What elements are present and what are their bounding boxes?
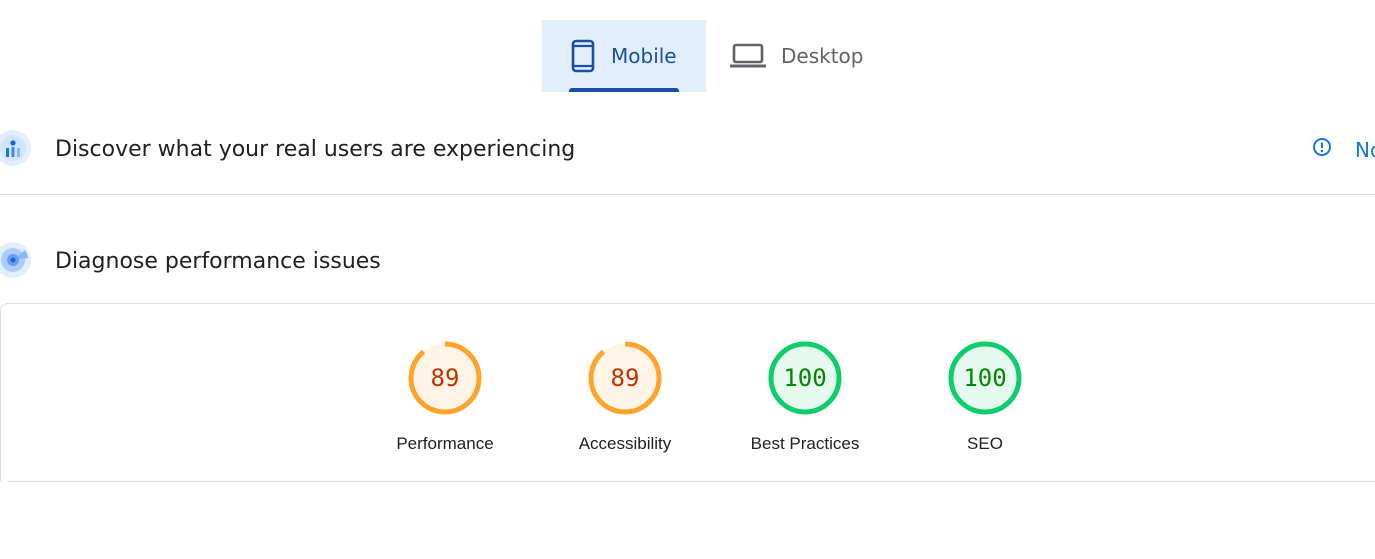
gauge-value: 89	[431, 364, 460, 392]
section-divider	[0, 194, 1375, 195]
panel-divider	[8, 481, 1375, 482]
info-icon	[1312, 137, 1332, 162]
gauge-ring: 100	[948, 341, 1022, 415]
gauge-label: Accessibility	[578, 434, 672, 453]
gauge-best-practices[interactable]: 100 Best Practices	[735, 340, 875, 454]
tab-mobile-label: Mobile	[611, 44, 677, 68]
tab-desktop[interactable]: Desktop	[706, 20, 876, 92]
gauge-label: Best Practices	[750, 434, 860, 453]
gauge-label: SEO	[967, 434, 1003, 453]
field-data-title: Discover what your real users are experi…	[55, 136, 576, 162]
device-tabs: Mobile Desktop	[542, 20, 876, 92]
lab-data-header[interactable]: Diagnose performance issues	[0, 226, 1375, 296]
gauge-performance[interactable]: 89 Performance	[375, 340, 515, 454]
gauge-ring: 89	[408, 341, 482, 415]
gauge-value: 100	[783, 364, 826, 392]
gauge-ring: 100	[768, 341, 842, 415]
tab-desktop-label: Desktop	[781, 44, 864, 68]
field-data-notice[interactable]: No	[1312, 137, 1375, 162]
gauge-accessibility[interactable]: 89 Accessibility	[555, 340, 695, 454]
tab-mobile[interactable]: Mobile	[542, 20, 706, 92]
smartphone-icon	[570, 39, 596, 73]
gauge-value: 100	[963, 364, 1006, 392]
gauge-label: Performance	[396, 434, 494, 453]
lighthouse-target-icon	[0, 242, 31, 278]
gauge-value: 89	[611, 364, 640, 392]
gauge-ring: 89	[588, 341, 662, 415]
field-data-header[interactable]: Discover what your real users are experi…	[0, 114, 1375, 184]
crux-users-icon	[0, 130, 31, 166]
notice-text: No	[1355, 137, 1375, 162]
gauge-seo[interactable]: 100 SEO	[915, 340, 1055, 454]
lab-data-title: Diagnose performance issues	[55, 248, 381, 274]
laptop-icon	[730, 42, 766, 70]
